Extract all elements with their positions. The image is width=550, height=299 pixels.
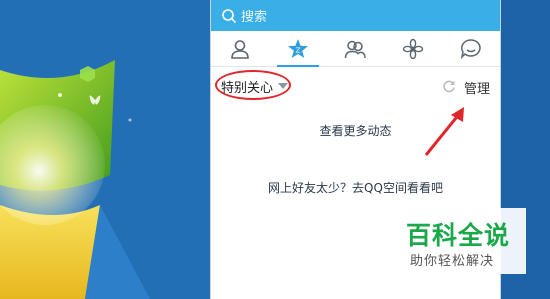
contact-icon: [231, 39, 249, 59]
annotation-arrow: [424, 107, 464, 156]
filter-row: 特别关心 管理: [211, 70, 500, 104]
tab-contacts[interactable]: [211, 31, 269, 66]
special-care-dropdown[interactable]: 特别关心: [221, 75, 289, 97]
watermark-title: 百科全说: [406, 221, 511, 250]
tab-groups[interactable]: [327, 31, 385, 66]
search-icon: [222, 8, 237, 23]
watermark-subtitle: 助你轻松解决: [410, 254, 495, 269]
tab-messages[interactable]: [442, 31, 500, 66]
refresh-icon[interactable]: [442, 79, 456, 93]
flower-icon: [403, 38, 424, 59]
star-badge-icon: Z: [287, 38, 308, 58]
special-care-label: 特别关心: [221, 80, 274, 96]
watermark: 百科全说 助你轻松解决: [400, 208, 526, 274]
chat-icon: [460, 38, 481, 59]
svg-text:Z: Z: [295, 46, 300, 54]
chevron-down-icon: [278, 83, 289, 89]
manage-button[interactable]: 管理: [464, 78, 490, 97]
search-input[interactable]: 搜索: [241, 6, 267, 25]
group-icon: [345, 40, 367, 58]
tab-special-care[interactable]: Z: [269, 31, 327, 67]
tab-apps[interactable]: [384, 31, 442, 66]
empty-hint-text: 网上好友太少？去QQ空间看看吧: [268, 181, 443, 195]
search-bar[interactable]: 搜索: [211, 0, 500, 31]
tab-bar: Z: [211, 31, 500, 67]
